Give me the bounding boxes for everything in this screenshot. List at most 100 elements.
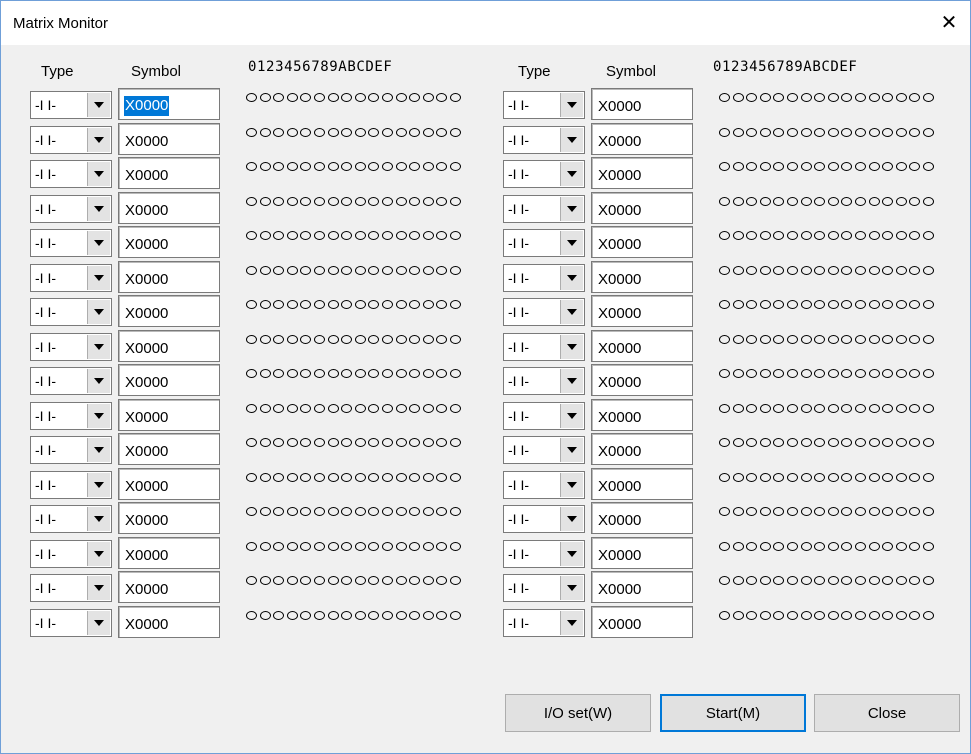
type-dropdown[interactable]: -I I- bbox=[30, 333, 112, 361]
dropdown-button[interactable] bbox=[560, 507, 583, 531]
type-dropdown[interactable]: -I I- bbox=[30, 160, 112, 188]
dropdown-button[interactable] bbox=[560, 335, 583, 359]
type-dropdown[interactable]: -I I- bbox=[30, 540, 112, 568]
symbol-input[interactable]: X0000 bbox=[591, 468, 693, 500]
dropdown-button[interactable] bbox=[87, 369, 110, 393]
symbol-input[interactable]: X0000 bbox=[591, 571, 693, 603]
type-dropdown[interactable]: -I I- bbox=[30, 126, 112, 154]
dropdown-button[interactable] bbox=[560, 369, 583, 393]
type-dropdown[interactable]: -I I- bbox=[503, 574, 585, 602]
symbol-input[interactable]: X0000 bbox=[118, 537, 220, 569]
type-dropdown[interactable]: -I I- bbox=[30, 229, 112, 257]
type-dropdown[interactable]: -I I- bbox=[30, 195, 112, 223]
dropdown-button[interactable] bbox=[87, 231, 110, 255]
dropdown-button[interactable] bbox=[560, 162, 583, 186]
dropdown-button[interactable] bbox=[87, 438, 110, 462]
dropdown-button[interactable] bbox=[560, 473, 583, 497]
type-dropdown[interactable]: -I I- bbox=[30, 471, 112, 499]
dropdown-button[interactable] bbox=[560, 611, 583, 635]
symbol-input[interactable]: X0000 bbox=[591, 157, 693, 189]
type-dropdown[interactable]: -I I- bbox=[30, 264, 112, 292]
symbol-input[interactable]: X0000 bbox=[118, 226, 220, 258]
symbol-input[interactable]: X0000 bbox=[591, 295, 693, 327]
symbol-input[interactable]: X0000 bbox=[591, 433, 693, 465]
dropdown-button[interactable] bbox=[560, 542, 583, 566]
type-dropdown[interactable]: -I I- bbox=[30, 402, 112, 430]
close-button[interactable]: Close bbox=[814, 694, 960, 732]
dropdown-button[interactable] bbox=[560, 93, 583, 117]
type-dropdown[interactable]: -I I- bbox=[503, 505, 585, 533]
type-dropdown[interactable]: -I I- bbox=[503, 91, 585, 119]
symbol-input[interactable]: X0000 bbox=[118, 606, 220, 638]
dropdown-button[interactable] bbox=[87, 266, 110, 290]
symbol-input[interactable]: X0000 bbox=[118, 261, 220, 293]
dropdown-button[interactable] bbox=[87, 335, 110, 359]
type-dropdown[interactable]: -I I- bbox=[30, 505, 112, 533]
symbol-input[interactable]: X0000 bbox=[591, 502, 693, 534]
type-dropdown[interactable]: -I I- bbox=[30, 298, 112, 326]
type-dropdown[interactable]: -I I- bbox=[30, 367, 112, 395]
symbol-input[interactable]: X0000 bbox=[591, 123, 693, 155]
symbol-input[interactable]: X0000 bbox=[591, 606, 693, 638]
dropdown-button[interactable] bbox=[87, 542, 110, 566]
symbol-input[interactable]: X0000 bbox=[118, 571, 220, 603]
type-dropdown[interactable]: -I I- bbox=[30, 436, 112, 464]
dropdown-button[interactable] bbox=[87, 404, 110, 428]
io-set-button[interactable]: I/O set(W) bbox=[505, 694, 651, 732]
dropdown-button[interactable] bbox=[87, 93, 110, 117]
dropdown-button[interactable] bbox=[87, 576, 110, 600]
symbol-input[interactable]: X0000 bbox=[118, 468, 220, 500]
symbol-input[interactable]: X0000 bbox=[118, 399, 220, 431]
dropdown-button[interactable] bbox=[87, 611, 110, 635]
type-dropdown[interactable]: -I I- bbox=[503, 264, 585, 292]
symbol-input[interactable]: X0000 bbox=[118, 330, 220, 362]
symbol-input[interactable]: X0000 bbox=[591, 226, 693, 258]
dropdown-button[interactable] bbox=[87, 473, 110, 497]
symbol-input[interactable]: X0000 bbox=[591, 364, 693, 396]
symbol-input[interactable]: X0000 bbox=[118, 364, 220, 396]
symbol-input[interactable]: X0000 bbox=[591, 88, 693, 120]
type-dropdown[interactable]: -I I- bbox=[503, 436, 585, 464]
symbol-input[interactable]: X0000 bbox=[591, 330, 693, 362]
dropdown-button[interactable] bbox=[560, 197, 583, 221]
symbol-input[interactable]: X0000 bbox=[591, 192, 693, 224]
symbol-input[interactable]: X0000 bbox=[591, 537, 693, 569]
symbol-input[interactable]: X0000 bbox=[118, 502, 220, 534]
dropdown-button[interactable] bbox=[560, 128, 583, 152]
dropdown-button[interactable] bbox=[87, 197, 110, 221]
type-dropdown[interactable]: -I I- bbox=[30, 609, 112, 637]
type-dropdown[interactable]: -I I- bbox=[503, 160, 585, 188]
type-dropdown[interactable]: -I I- bbox=[503, 126, 585, 154]
dropdown-button[interactable] bbox=[560, 266, 583, 290]
symbol-input[interactable]: X0000 bbox=[118, 123, 220, 155]
dropdown-button[interactable] bbox=[87, 128, 110, 152]
type-dropdown[interactable]: -I I- bbox=[503, 195, 585, 223]
symbol-input[interactable]: X0000 bbox=[118, 157, 220, 189]
dropdown-button[interactable] bbox=[560, 438, 583, 462]
type-dropdown[interactable]: -I I- bbox=[503, 229, 585, 257]
type-dropdown[interactable]: -I I- bbox=[30, 574, 112, 602]
dropdown-button[interactable] bbox=[560, 231, 583, 255]
type-dropdown[interactable]: -I I- bbox=[503, 333, 585, 361]
dropdown-button[interactable] bbox=[560, 404, 583, 428]
symbol-input[interactable]: X0000 bbox=[118, 295, 220, 327]
dropdown-button[interactable] bbox=[87, 300, 110, 324]
symbol-input[interactable]: X0000 bbox=[591, 399, 693, 431]
type-dropdown[interactable]: -I I- bbox=[503, 540, 585, 568]
dropdown-button[interactable] bbox=[87, 162, 110, 186]
dropdown-button[interactable] bbox=[87, 507, 110, 531]
close-icon[interactable]: ✕ bbox=[934, 7, 964, 37]
type-dropdown[interactable]: -I I- bbox=[503, 471, 585, 499]
type-dropdown[interactable]: -I I- bbox=[503, 298, 585, 326]
type-dropdown[interactable]: -I I- bbox=[503, 402, 585, 430]
symbol-input[interactable]: X0000 bbox=[118, 433, 220, 465]
type-dropdown[interactable]: -I I- bbox=[503, 367, 585, 395]
symbol-input[interactable]: X0000 bbox=[118, 192, 220, 224]
dropdown-button[interactable] bbox=[560, 300, 583, 324]
symbol-input[interactable]: X0000 bbox=[591, 261, 693, 293]
start-button[interactable]: Start(M) bbox=[660, 694, 806, 732]
symbol-input[interactable]: X0000 bbox=[118, 88, 220, 120]
type-dropdown[interactable]: -I I- bbox=[30, 91, 112, 119]
type-dropdown[interactable]: -I I- bbox=[503, 609, 585, 637]
dropdown-button[interactable] bbox=[560, 576, 583, 600]
